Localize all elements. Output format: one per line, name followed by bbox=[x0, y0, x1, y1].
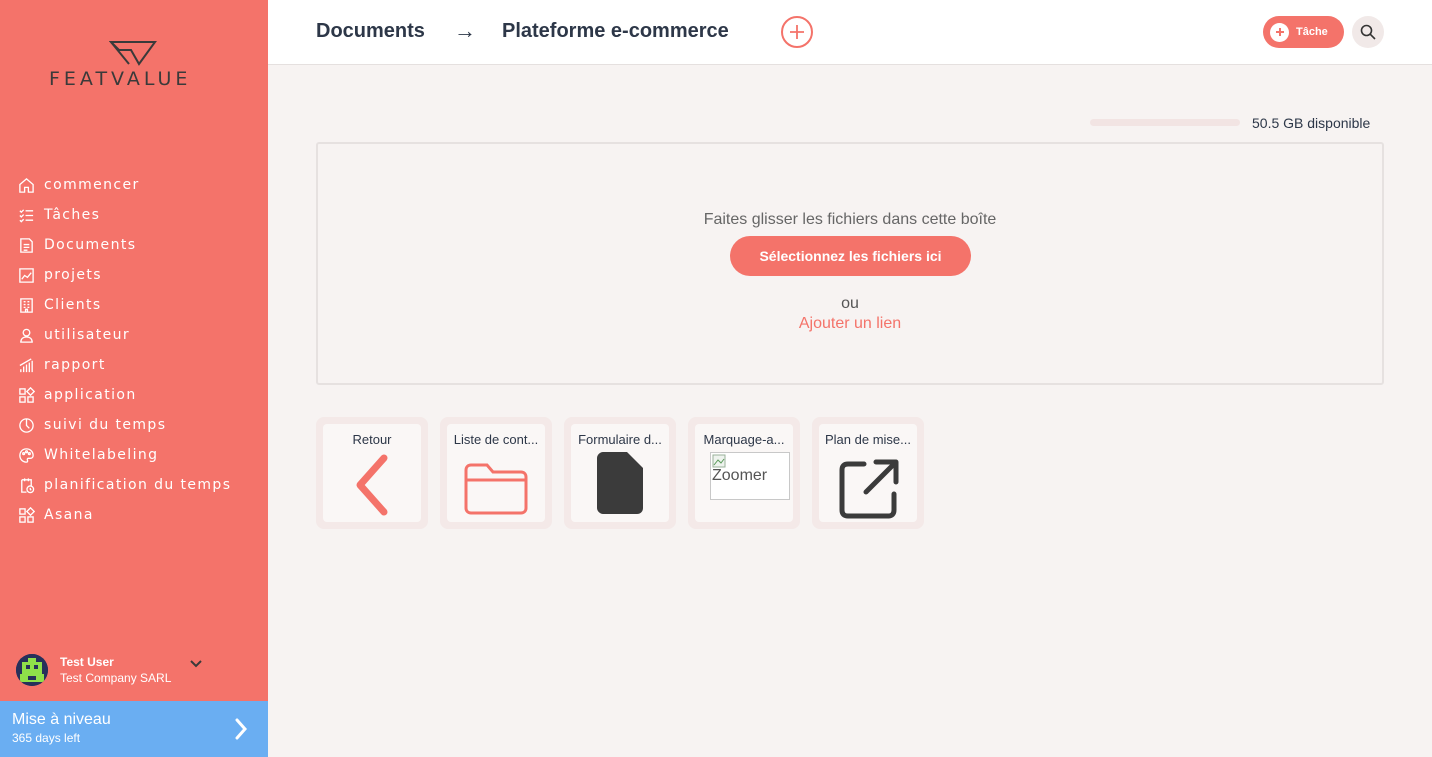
sidebar-item-label: application bbox=[44, 387, 137, 403]
sidebar-item-taches[interactable]: Tâches bbox=[0, 200, 268, 230]
tile-title: Marquage-a... bbox=[703, 432, 785, 447]
palette-icon bbox=[17, 446, 35, 464]
plus-icon bbox=[1270, 22, 1289, 42]
upgrade-banner[interactable]: Mise à niveau 365 days left bbox=[0, 701, 268, 757]
new-task-label: Tâche bbox=[1296, 26, 1328, 38]
tile-title: Formulaire d... bbox=[578, 432, 662, 447]
sidebar-item-label: utilisateur bbox=[44, 327, 131, 343]
tile-title: Liste de cont... bbox=[453, 432, 539, 447]
sidebar-item-commencer[interactable]: commencer bbox=[0, 170, 268, 200]
sidebar-item-projets[interactable]: projets bbox=[0, 260, 268, 290]
sidebar-nav: commencer Tâches Documents projets Clien… bbox=[0, 170, 268, 530]
user-company: Test Company SARL bbox=[60, 671, 172, 685]
sidebar-item-whitelabeling[interactable]: Whitelabeling bbox=[0, 440, 268, 470]
upgrade-title: Mise à niveau bbox=[12, 711, 111, 728]
document-icon bbox=[17, 236, 35, 254]
top-header: Documents → Plateforme e-commerce Tâche bbox=[268, 0, 1432, 65]
tile-file[interactable]: Formulaire d... bbox=[564, 417, 676, 529]
tile-back[interactable]: Retour bbox=[316, 417, 428, 529]
apps-icon bbox=[17, 506, 35, 524]
sidebar-item-label: projets bbox=[44, 267, 102, 283]
plus-icon bbox=[790, 25, 804, 39]
bar-chart-icon bbox=[17, 356, 35, 374]
upgrade-days-left: 365 days left bbox=[12, 731, 81, 745]
brand-logo[interactable]: FEATVALUE bbox=[44, 40, 224, 90]
sidebar-item-label: commencer bbox=[44, 177, 140, 193]
broken-image-icon bbox=[712, 454, 726, 468]
select-files-button[interactable]: Sélectionnez les fichiers ici bbox=[730, 236, 971, 276]
file-icon bbox=[597, 452, 643, 514]
user-name: Test User bbox=[60, 655, 114, 669]
logo-mark-icon bbox=[109, 41, 157, 66]
timer-icon bbox=[17, 416, 35, 434]
sidebar-item-application[interactable]: application bbox=[0, 380, 268, 410]
sidebar-item-planification-du-temps[interactable]: planification du temps bbox=[0, 470, 268, 500]
dropzone-or: ou bbox=[841, 295, 859, 312]
file-dropzone[interactable]: Faites glisser les fichiers dans cette b… bbox=[316, 142, 1384, 385]
user-menu[interactable]: Test User Test Company SARL bbox=[16, 652, 256, 688]
new-task-button[interactable]: Tâche bbox=[1263, 16, 1344, 48]
sidebar-item-label: Tâches bbox=[44, 207, 101, 223]
sidebar-item-label: Documents bbox=[44, 237, 137, 253]
add-button[interactable] bbox=[781, 16, 813, 48]
sidebar-item-documents[interactable]: Documents bbox=[0, 230, 268, 260]
sidebar: FEATVALUE commencer Tâches Documents pro… bbox=[0, 0, 268, 757]
search-icon bbox=[1360, 24, 1376, 40]
tile-title: Plan de mise... bbox=[825, 432, 911, 447]
folder-icon bbox=[464, 463, 528, 515]
sidebar-item-label: Whitelabeling bbox=[44, 447, 159, 463]
search-button[interactable] bbox=[1352, 16, 1384, 48]
sidebar-item-suivi-du-temps[interactable]: suivi du temps bbox=[0, 410, 268, 440]
schedule-icon bbox=[17, 476, 35, 494]
add-link[interactable]: Ajouter un lien bbox=[318, 315, 1382, 333]
sidebar-item-label: Clients bbox=[44, 297, 102, 313]
breadcrumb-separator: → bbox=[454, 18, 476, 43]
sidebar-item-label: rapport bbox=[44, 357, 106, 373]
chevron-down-icon[interactable] bbox=[190, 660, 202, 668]
avatar bbox=[16, 654, 48, 686]
tile-title: Retour bbox=[352, 432, 392, 447]
image-thumbnail: Zoomer bbox=[710, 452, 790, 500]
user-icon bbox=[17, 326, 35, 344]
storage-progress-bar bbox=[1090, 119, 1240, 126]
chart-icon bbox=[17, 266, 35, 284]
external-link-icon bbox=[839, 459, 899, 519]
chevron-left-icon bbox=[356, 454, 388, 516]
tile-image[interactable]: Marquage-a... Zoomer bbox=[688, 417, 800, 529]
breadcrumb-documents[interactable]: Documents bbox=[316, 20, 425, 43]
sidebar-item-utilisateur[interactable]: utilisateur bbox=[0, 320, 268, 350]
sidebar-item-label: suivi du temps bbox=[44, 417, 167, 433]
chevron-right-icon bbox=[235, 718, 248, 740]
apps-icon bbox=[17, 386, 35, 404]
sidebar-item-rapport[interactable]: rapport bbox=[0, 350, 268, 380]
brand-name: FEATVALUE bbox=[49, 68, 192, 90]
storage-available: 50.5 GB disponible bbox=[1252, 115, 1371, 131]
dropzone-instructions: Faites glisser les fichiers dans cette b… bbox=[703, 211, 997, 228]
home-icon bbox=[17, 176, 35, 194]
tile-folder[interactable]: Liste de cont... bbox=[440, 417, 552, 529]
image-alt-text: Zoomer bbox=[712, 467, 768, 484]
tile-external-link[interactable]: Plan de mise... bbox=[812, 417, 924, 529]
building-icon bbox=[17, 296, 35, 314]
sidebar-item-asana[interactable]: Asana bbox=[0, 500, 268, 530]
sidebar-item-label: planification du temps bbox=[44, 477, 232, 493]
checklist-icon bbox=[17, 206, 35, 224]
breadcrumb-current: Plateforme e-commerce bbox=[502, 20, 729, 42]
avatar-icon bbox=[16, 654, 48, 686]
sidebar-item-clients[interactable]: Clients bbox=[0, 290, 268, 320]
sidebar-item-label: Asana bbox=[44, 507, 94, 523]
